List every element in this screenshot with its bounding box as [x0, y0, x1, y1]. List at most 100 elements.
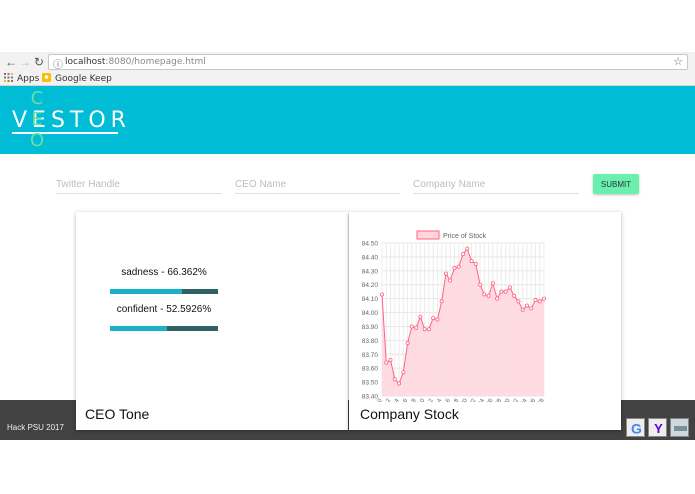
data-point	[392, 377, 397, 382]
x-tick-label: 14	[435, 397, 444, 402]
browser-toolbar: ← → ↻ ⓘ localhost:8080/homepage.html ☆ A…	[0, 52, 695, 86]
data-point	[537, 299, 542, 304]
bookmark-star-icon[interactable]: ☆	[673, 55, 683, 68]
data-point	[379, 292, 384, 297]
logo-ceo-letter: E	[31, 109, 43, 130]
tone-fill-sadness	[110, 289, 182, 294]
x-tick-label: 38	[537, 397, 546, 402]
svg-text:G: G	[631, 421, 642, 437]
data-point	[431, 316, 436, 321]
x-tick-label: 0	[377, 397, 384, 402]
x-tick-label: 2	[385, 397, 392, 402]
data-point	[499, 289, 504, 294]
y-tick-label: 83.90	[362, 324, 379, 331]
y-tick-label: 84.40	[362, 254, 379, 261]
y-tick-label: 84.00	[362, 310, 379, 317]
data-point	[490, 281, 495, 286]
y-tick-label: 83.70	[362, 352, 379, 359]
data-point	[443, 271, 448, 276]
y-tick-label: 84.20	[362, 282, 379, 289]
data-point	[529, 306, 534, 311]
forward-arrow-icon[interactable]: →	[18, 55, 32, 69]
x-tick-label: 8	[411, 397, 418, 402]
x-tick-label: 26	[486, 397, 495, 402]
data-point	[465, 246, 470, 251]
apps-grid-icon	[4, 73, 13, 82]
x-tick-label: 6	[402, 397, 409, 402]
x-tick-label: 4	[394, 397, 401, 402]
data-point	[469, 259, 474, 264]
x-tick-label: 16	[443, 397, 452, 402]
data-point	[426, 327, 431, 332]
data-point	[397, 381, 402, 386]
reload-icon[interactable]: ↻	[32, 55, 46, 69]
data-point	[473, 261, 478, 266]
url-host: localhost	[65, 57, 106, 67]
bookmark-apps[interactable]: Apps	[4, 73, 39, 84]
data-point	[512, 293, 517, 298]
logo-ceo-letter: O	[30, 130, 45, 151]
stock-chart: Price of Stock 84.50 84.40 84.30 84.20 84.10 8…	[362, 230, 546, 402]
x-tick-label: 32	[512, 397, 521, 402]
submit-button[interactable]: SUBMIT	[593, 174, 639, 194]
footer-text: Hack PSU 2017	[7, 423, 64, 432]
data-point	[439, 299, 444, 304]
bookmark-apps-label: Apps	[17, 74, 40, 84]
legend-label: Price of Stock	[443, 233, 487, 240]
bookmark-google-keep[interactable]: Google Keep	[42, 73, 112, 84]
url-path: :8080/homepage.html	[105, 57, 206, 67]
bookmark-keep-label: Google Keep	[55, 74, 112, 84]
logo-ceo-vertical: CEO	[30, 88, 44, 151]
info-icon: ⓘ	[53, 60, 63, 71]
generic-logo-icon[interactable]	[670, 418, 689, 437]
data-point	[409, 324, 414, 329]
tone-fill-confident	[110, 326, 167, 331]
twitter-handle-input[interactable]	[56, 176, 222, 194]
data-point	[495, 296, 500, 301]
tone-bar-sadness	[110, 289, 218, 294]
address-url: localhost:8080/homepage.html	[65, 57, 206, 67]
data-point	[418, 314, 423, 319]
y-tick-label: 83.40	[362, 394, 379, 401]
data-point	[401, 370, 406, 375]
x-tick-label: 36	[529, 397, 538, 402]
data-point	[435, 317, 440, 322]
yahoo-icon[interactable]: Y	[648, 418, 667, 437]
company-name-input[interactable]	[413, 176, 579, 194]
data-point	[541, 296, 546, 301]
logo-underline	[12, 132, 118, 134]
data-point	[516, 299, 521, 304]
y-tick-label: 83.80	[362, 338, 379, 345]
data-point	[422, 327, 427, 332]
x-tick-label: 18	[452, 397, 461, 402]
tone-label-sadness: sadness - 66.362%	[121, 267, 207, 278]
data-point	[486, 293, 491, 298]
vestor-logo[interactable]: VESTOR CEO	[12, 86, 132, 154]
x-tick-label: 28	[495, 397, 504, 402]
ceo-tone-card: sadness - 66.362% confident - 52.5926% C…	[76, 212, 348, 430]
svg-text:Y: Y	[654, 421, 663, 436]
data-point	[405, 341, 410, 346]
x-tick-label: 34	[520, 397, 529, 402]
x-tick-label: 30	[503, 397, 512, 402]
data-point	[507, 285, 512, 290]
data-point	[448, 278, 453, 283]
data-point	[461, 252, 466, 257]
data-point	[524, 303, 529, 308]
data-point	[456, 264, 461, 269]
back-arrow-icon[interactable]: ←	[4, 55, 18, 69]
data-point	[478, 282, 483, 287]
data-point	[384, 360, 389, 365]
x-tick-label: 24	[478, 397, 487, 402]
address-bar[interactable]: ⓘ localhost:8080/homepage.html ☆	[48, 54, 688, 71]
google-icon[interactable]: G	[626, 418, 645, 437]
legend-swatch	[416, 230, 440, 240]
y-tick-label: 84.30	[362, 268, 379, 275]
data-point	[388, 357, 393, 362]
google-keep-icon	[42, 73, 51, 82]
x-tick-label: 10	[418, 397, 427, 402]
y-tick-label: 83.50	[362, 380, 379, 387]
ceo-name-input[interactable]	[235, 176, 400, 194]
y-tick-label: 83.60	[362, 366, 379, 373]
logo-ceo-letter: C	[30, 88, 44, 109]
